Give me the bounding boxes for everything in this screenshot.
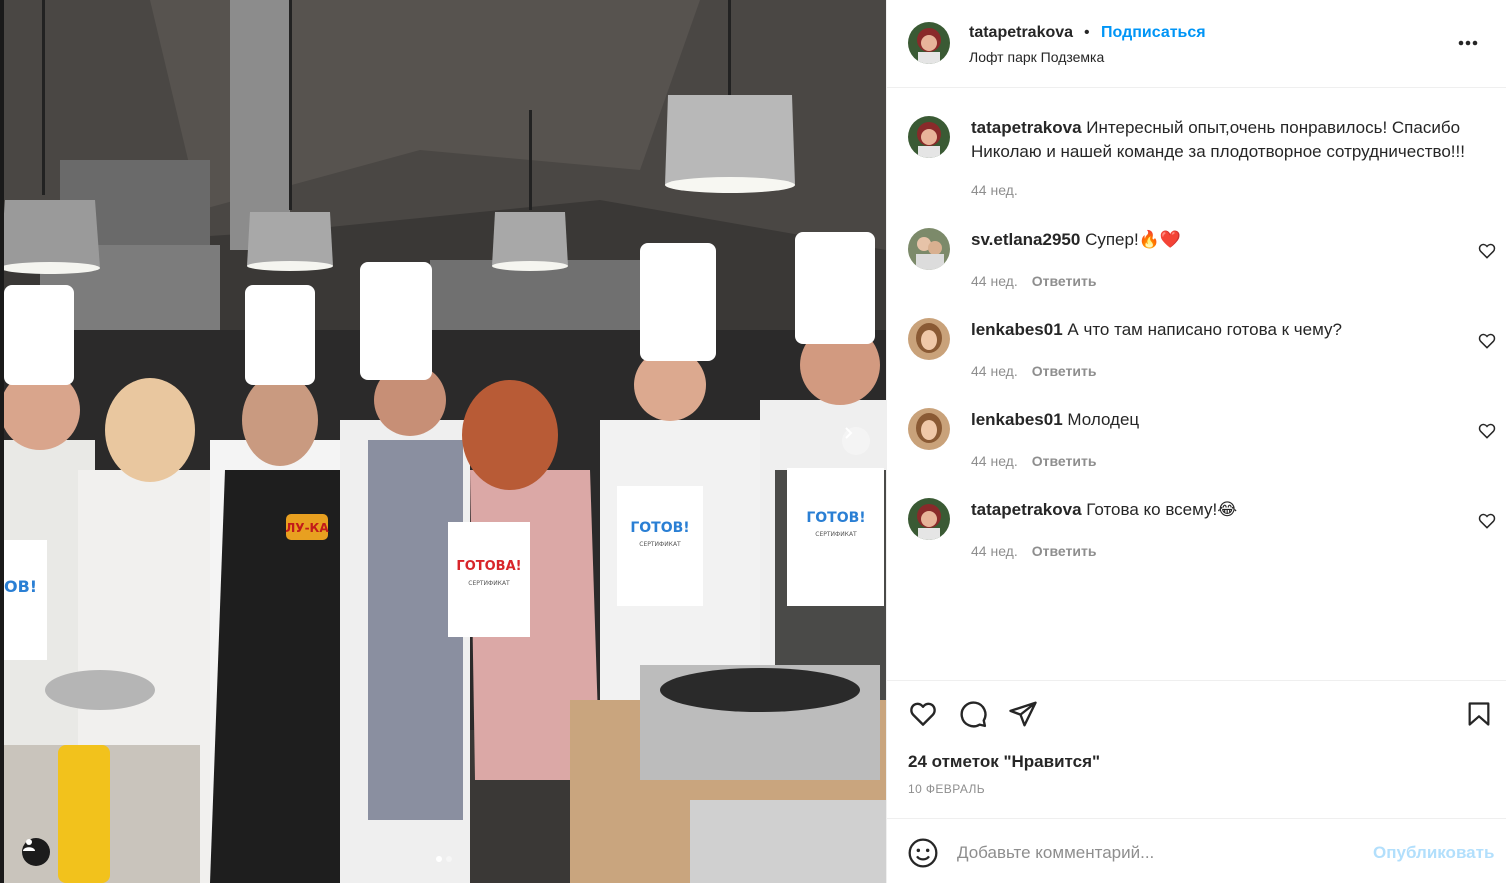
likes-count[interactable]: 24 отметок "Нравится" bbox=[908, 752, 1100, 772]
commenter-avatar[interactable] bbox=[908, 498, 950, 540]
comment-text: sv.etlana2950 Супер!🔥❤️ bbox=[971, 228, 1487, 252]
comment-time[interactable]: 44 нед. bbox=[971, 453, 1018, 469]
follow-button[interactable]: Подписаться bbox=[1101, 24, 1206, 42]
more-options-button[interactable] bbox=[1453, 30, 1483, 56]
avatar-image bbox=[908, 22, 950, 64]
certificate-title-right: ГОТОВ! bbox=[806, 510, 865, 526]
paper-plane-icon bbox=[1009, 701, 1037, 727]
comment-like-heart-icon[interactable] bbox=[1477, 331, 1497, 351]
caption-time[interactable]: 44 нед. bbox=[971, 182, 1018, 198]
commenter-avatar[interactable] bbox=[908, 228, 950, 270]
certificate-subtitle-left: СЕРТИФИКАТ bbox=[468, 580, 510, 587]
tagged-users-button[interactable] bbox=[22, 838, 50, 866]
reply-button[interactable]: Ответить bbox=[1032, 543, 1097, 559]
commenter-avatar[interactable] bbox=[908, 318, 950, 360]
carousel-dot bbox=[446, 856, 452, 862]
reply-button[interactable]: Ответить bbox=[1032, 363, 1097, 379]
avatar-image bbox=[908, 498, 950, 540]
certificate-edge-text: ОВ! bbox=[4, 577, 37, 596]
comment-meta: 44 нед. Ответить bbox=[971, 273, 1096, 289]
like-button[interactable] bbox=[907, 698, 939, 730]
caption-username[interactable]: tatapetrakova bbox=[971, 118, 1082, 137]
comment-meta: 44 нед. Ответить bbox=[971, 363, 1096, 379]
comment-meta: 44 нед. Ответить bbox=[971, 453, 1096, 469]
post-location[interactable]: Лофт парк Подземка bbox=[969, 49, 1104, 65]
comment-username[interactable]: tatapetrakova bbox=[971, 500, 1082, 519]
comment-time[interactable]: 44 нед. bbox=[971, 273, 1018, 289]
user-icon bbox=[23, 839, 35, 851]
avatar-image bbox=[908, 408, 950, 450]
reply-button[interactable]: Ответить bbox=[1032, 453, 1097, 469]
comment-input[interactable] bbox=[957, 837, 1357, 869]
commenter-avatar[interactable] bbox=[908, 408, 950, 450]
post-header: tatapetrakova • Подписаться Лофт парк По… bbox=[887, 0, 1506, 88]
comment-text: lenkabes01 А что там написано готова к ч… bbox=[971, 318, 1487, 342]
post-photo-illustration: ЛУ-КА ОВ! ГОТОВА! СЕРТИФИКАТ ГОТОВ! СЕРТ… bbox=[0, 0, 886, 883]
author-avatar[interactable] bbox=[908, 22, 950, 64]
author-username[interactable]: tatapetrakova bbox=[969, 24, 1073, 42]
more-horizontal-icon bbox=[1458, 40, 1478, 46]
header-separator: • bbox=[1084, 24, 1090, 41]
caption-meta: 44 нед. bbox=[971, 182, 1018, 198]
comment-button[interactable] bbox=[957, 698, 989, 730]
post-actions: 24 отметок "Нравится" 10 ФЕВРАЛЬ bbox=[887, 680, 1506, 818]
carousel-indicator bbox=[436, 856, 452, 862]
comment-text: tatapetrakova Готова ко всему!😂 bbox=[971, 498, 1487, 522]
bookmark-icon bbox=[1468, 702, 1490, 726]
comment-like-heart-icon[interactable] bbox=[1477, 511, 1497, 531]
comment-username[interactable]: lenkabes01 bbox=[971, 320, 1063, 339]
avatar-image bbox=[908, 228, 950, 270]
photo-border bbox=[0, 0, 4, 883]
reply-button[interactable]: Ответить bbox=[1032, 273, 1097, 289]
certificate-subtitle-right: СЕРТИФИКАТ bbox=[815, 531, 857, 538]
post-photo[interactable]: ЛУ-КА ОВ! ГОТОВА! СЕРТИФИКАТ ГОТОВ! СЕРТ… bbox=[0, 0, 886, 883]
certificate-title-middle: ГОТОВ! bbox=[630, 520, 689, 536]
certificate-subtitle-middle: СЕРТИФИКАТ bbox=[639, 541, 681, 548]
carousel-dot-active bbox=[436, 856, 442, 862]
comment-like-heart-icon[interactable] bbox=[1477, 241, 1497, 261]
comment-time[interactable]: 44 нед. bbox=[971, 363, 1018, 379]
avatar-image bbox=[908, 116, 950, 158]
apron-logo-text: ЛУ-КА bbox=[285, 521, 329, 535]
certificate-title-left: ГОТОВА! bbox=[456, 559, 521, 574]
save-button[interactable] bbox=[1463, 698, 1495, 730]
comment-body: Готова ко всему!😂 bbox=[1086, 500, 1238, 519]
post-side-panel: tatapetrakova • Подписаться Лофт парк По… bbox=[886, 0, 1506, 883]
comment-time[interactable]: 44 нед. bbox=[971, 543, 1018, 559]
comment-username[interactable]: lenkabes01 bbox=[971, 410, 1063, 429]
comment-text: lenkabes01 Молодец bbox=[971, 408, 1487, 432]
caption-avatar[interactable] bbox=[908, 116, 950, 158]
comment-username[interactable]: sv.etlana2950 bbox=[971, 230, 1080, 249]
comment-icon bbox=[960, 701, 987, 728]
comment-meta: 44 нед. Ответить bbox=[971, 543, 1096, 559]
comment-body: Молодец bbox=[1067, 410, 1140, 429]
add-comment-bar: Опубликовать bbox=[887, 818, 1506, 883]
post-date[interactable]: 10 ФЕВРАЛЬ bbox=[908, 782, 985, 796]
avatar-image bbox=[908, 318, 950, 360]
carousel-next-button[interactable] bbox=[842, 427, 870, 455]
share-button[interactable] bbox=[1007, 698, 1039, 730]
caption-text: tatapetrakova Интересный опыт,очень понр… bbox=[971, 116, 1487, 164]
comments-list[interactable]: tatapetrakova Интересный опыт,очень понр… bbox=[887, 88, 1506, 680]
heart-icon bbox=[910, 702, 936, 726]
smiley-icon[interactable] bbox=[907, 837, 939, 869]
comment-like-heart-icon[interactable] bbox=[1477, 421, 1497, 441]
publish-button[interactable]: Опубликовать bbox=[1373, 843, 1494, 863]
chevron-right-icon bbox=[845, 427, 853, 439]
comment-body: А что там написано готова к чему? bbox=[1067, 320, 1342, 339]
comment-body: Супер!🔥❤️ bbox=[1085, 230, 1182, 249]
